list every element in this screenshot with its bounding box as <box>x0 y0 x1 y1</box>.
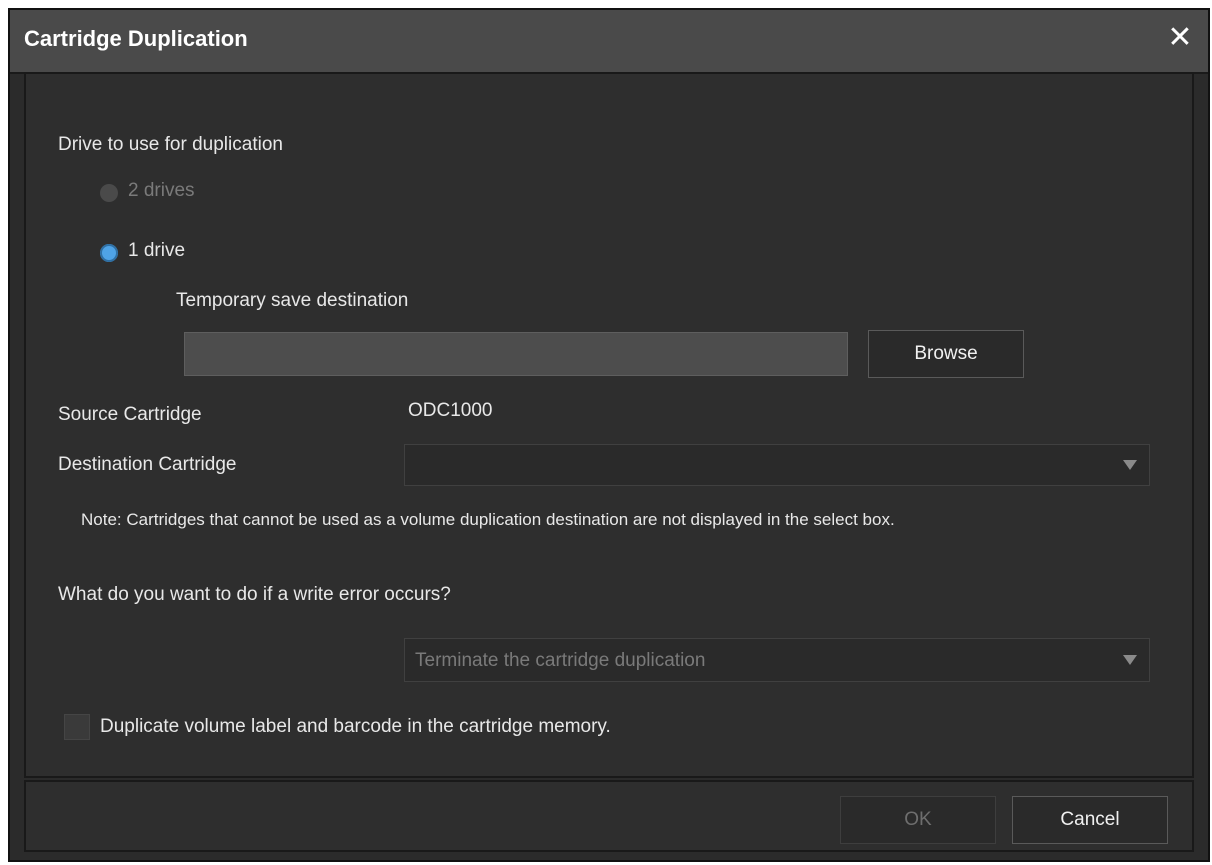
note-text: Note: Cartridges that cannot be used as … <box>81 510 895 529</box>
cancel-button[interactable]: Cancel <box>1012 796 1168 844</box>
radio-1-drive-label: 1 drive <box>128 240 186 261</box>
source-cartridge-value: ODC1000 <box>408 400 493 421</box>
radio-2-drives[interactable] <box>100 184 118 202</box>
dialog-title: Cartridge Duplication <box>24 26 248 51</box>
duplicate-label-checkbox[interactable] <box>64 714 90 740</box>
write-error-selected-value: Terminate the cartridge duplication <box>415 650 706 671</box>
chevron-down-icon <box>1123 655 1137 665</box>
destination-cartridge-select[interactable] <box>404 444 1150 486</box>
ok-button[interactable]: OK <box>840 796 996 844</box>
source-cartridge-label: Source Cartridge <box>58 404 202 425</box>
chevron-down-icon <box>1123 460 1137 470</box>
dialog-footer: OK Cancel <box>24 780 1194 852</box>
radio-2-drives-label: 2 drives <box>128 180 195 201</box>
destination-cartridge-label: Destination Cartridge <box>58 454 237 475</box>
close-icon[interactable]: ✕ <box>1162 20 1198 56</box>
browse-button[interactable]: Browse <box>868 330 1024 378</box>
duplicate-label-checkbox-label: Duplicate volume label and barcode in th… <box>100 716 611 737</box>
write-error-select[interactable]: Terminate the cartridge duplication <box>404 638 1150 682</box>
temp-save-label: Temporary save destination <box>176 290 409 311</box>
content-panel: Drive to use for duplication 2 drives 1 … <box>24 72 1194 778</box>
title-bar: Cartridge Duplication ✕ <box>10 10 1208 74</box>
cartridge-duplication-dialog: Cartridge Duplication ✕ Drive to use for… <box>8 8 1210 862</box>
write-error-question: What do you want to do if a write error … <box>58 584 451 605</box>
drive-section-label: Drive to use for duplication <box>58 134 283 155</box>
temp-save-input[interactable] <box>184 332 848 376</box>
radio-1-drive[interactable] <box>100 244 118 262</box>
